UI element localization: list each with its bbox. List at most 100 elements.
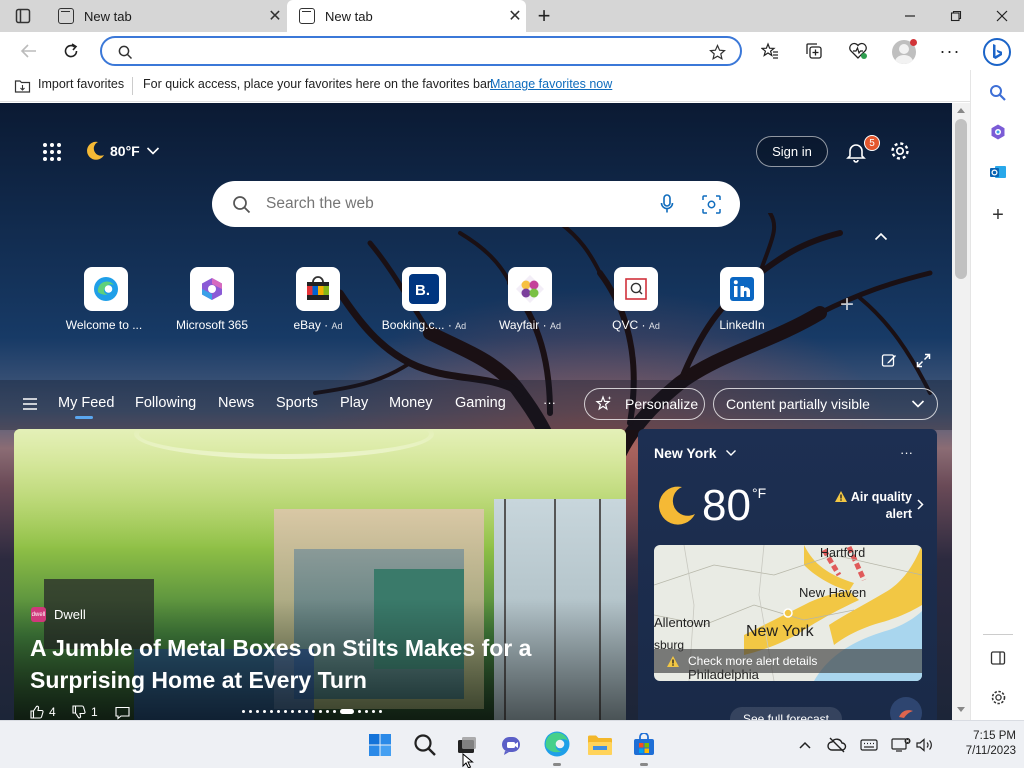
taskbar-search-icon[interactable] [411, 731, 439, 759]
settings-more-icon[interactable]: ··· [937, 38, 963, 64]
article-title[interactable]: A Jumble of Metal Boxes on Stilts Makes … [30, 632, 620, 696]
teams-chat-icon[interactable] [498, 731, 526, 759]
network-icon[interactable] [890, 735, 912, 755]
full-forecast-label: See full forecast [742, 712, 830, 720]
tab-actions-icon[interactable] [10, 6, 36, 26]
article-title-line: Surprising Home at Every Turn [30, 667, 367, 693]
personalize-label: Personalize [625, 396, 699, 412]
tab-2-active[interactable]: New tab ✕ [287, 0, 526, 32]
personalize-button[interactable]: Personalize [584, 388, 705, 420]
browser-essentials-icon[interactable] [845, 38, 871, 64]
close-tab-icon[interactable]: ✕ [504, 6, 526, 26]
hero-article-card[interactable]: dwell Dwell A Jumble of Metal Boxes on S… [14, 429, 626, 720]
quick-link-label: Booking.c... · Ad [381, 318, 467, 332]
bing-copilot-icon[interactable] [981, 36, 1013, 68]
weather-more-icon[interactable]: ··· [900, 445, 913, 460]
apps-launcher-icon[interactable] [40, 140, 64, 164]
web-search-input[interactable] [266, 193, 626, 215]
like-button[interactable]: 4 [30, 705, 56, 719]
tab-1[interactable]: New tab ✕ [46, 0, 286, 32]
sidebar-hide-icon[interactable] [985, 645, 1011, 671]
close-tab-icon[interactable]: ✕ [264, 6, 286, 26]
dislike-button[interactable]: 1 [72, 705, 98, 719]
quick-link-welcome[interactable] [84, 267, 128, 311]
quick-link-qvc[interactable] [614, 267, 658, 311]
tab-sports[interactable]: Sports [276, 395, 318, 411]
tab-play[interactable]: Play [340, 395, 368, 411]
refresh-icon[interactable] [58, 38, 84, 64]
minimize-icon[interactable] [894, 4, 926, 28]
address-input[interactable] [142, 41, 702, 61]
manage-favorites-link[interactable]: Manage favorites now [490, 77, 612, 91]
onedrive-offline-icon[interactable] [826, 735, 848, 755]
sidebar-shopping-icon[interactable] [985, 119, 1011, 145]
warning-icon [834, 491, 847, 502]
scroll-up-icon[interactable] [957, 107, 965, 113]
sidebar-search-icon[interactable] [985, 80, 1011, 106]
moon-icon [658, 486, 695, 525]
collections-icon[interactable] [801, 38, 827, 64]
quick-link-wayfair[interactable] [508, 267, 552, 311]
visual-search-icon[interactable] [700, 193, 722, 215]
page-settings-icon[interactable] [887, 138, 913, 164]
tab-money[interactable]: Money [389, 395, 433, 411]
volume-icon[interactable] [914, 735, 936, 755]
file-explorer-icon[interactable] [586, 731, 614, 759]
scroll-down-icon[interactable] [957, 707, 965, 713]
content-visibility-dropdown[interactable]: Content partially visible [713, 388, 938, 420]
edge-logo-icon [94, 277, 118, 301]
sidebar-settings-icon[interactable] [985, 684, 1011, 710]
start-button-icon[interactable] [366, 731, 394, 759]
thumbs-down-icon [72, 705, 86, 719]
page-scrollbar[interactable] [952, 103, 970, 720]
comment-icon[interactable] [114, 705, 130, 720]
expand-background-icon[interactable] [913, 350, 933, 370]
weather-feedback-icon[interactable] [890, 697, 922, 720]
add-quick-link-icon[interactable]: + [834, 291, 860, 318]
weather-city-selector[interactable]: New York [654, 445, 737, 461]
show-hidden-icons[interactable] [795, 735, 815, 755]
keyboard-icon[interactable] [858, 735, 880, 755]
restore-icon[interactable] [940, 4, 972, 28]
sidebar-divider [983, 634, 1013, 635]
air-quality-alert[interactable]: Air quality alert [828, 489, 924, 523]
new-tab-icon[interactable]: + [532, 3, 556, 28]
moon-icon [87, 141, 104, 160]
sidebar-outlook-icon[interactable] [985, 159, 1011, 185]
edge-taskbar-icon[interactable] [542, 729, 572, 759]
address-bar[interactable] [100, 36, 742, 66]
quick-link-booking[interactable]: B. [402, 267, 446, 311]
full-forecast-button[interactable]: See full forecast [730, 707, 842, 720]
weather-chip[interactable]: 80°F [84, 139, 160, 163]
tab-news[interactable]: News [218, 395, 254, 411]
tab-my-feed[interactable]: My Feed [58, 395, 114, 411]
weather-map[interactable]: Hartford New Haven Allentown New York sb… [654, 545, 922, 681]
tab-following[interactable]: Following [135, 395, 196, 411]
weather-card[interactable]: New York ··· 80 °F Air quality alert Har… [638, 429, 937, 720]
sign-in-button[interactable]: Sign in [756, 136, 828, 167]
add-favorite-star-icon[interactable] [706, 41, 728, 63]
feed-menu-icon[interactable] [20, 394, 40, 414]
background-edit-icon[interactable] [879, 350, 899, 370]
mouse-cursor-icon [462, 752, 474, 768]
close-window-icon[interactable] [986, 4, 1018, 28]
microphone-icon[interactable] [656, 193, 678, 215]
import-favorites-icon[interactable] [12, 76, 32, 96]
import-favorites-label[interactable]: Import favorites [38, 77, 124, 91]
alert-details-bar[interactable]: Check more alert details [654, 649, 922, 673]
back-icon[interactable] [16, 38, 42, 64]
more-tabs-icon[interactable]: ··· [543, 395, 556, 410]
carousel-pagination[interactable] [242, 709, 382, 714]
quick-link-ebay[interactable] [296, 267, 340, 311]
web-search-box[interactable] [212, 181, 740, 227]
quick-link-linkedin[interactable] [720, 267, 764, 311]
quick-link-microsoft-365[interactable] [190, 267, 234, 311]
collapse-quick-links-icon[interactable] [870, 225, 892, 247]
microsoft-store-icon[interactable] [630, 731, 658, 759]
scrollbar-thumb[interactable] [955, 119, 967, 279]
favorites-icon[interactable] [757, 38, 783, 64]
quick-link-label: Welcome to ... [65, 318, 143, 332]
sidebar-add-icon[interactable]: + [985, 202, 1011, 228]
tab-gaming[interactable]: Gaming [455, 395, 506, 411]
clock[interactable]: 7:15 PM 7/11/2023 [944, 729, 1016, 759]
